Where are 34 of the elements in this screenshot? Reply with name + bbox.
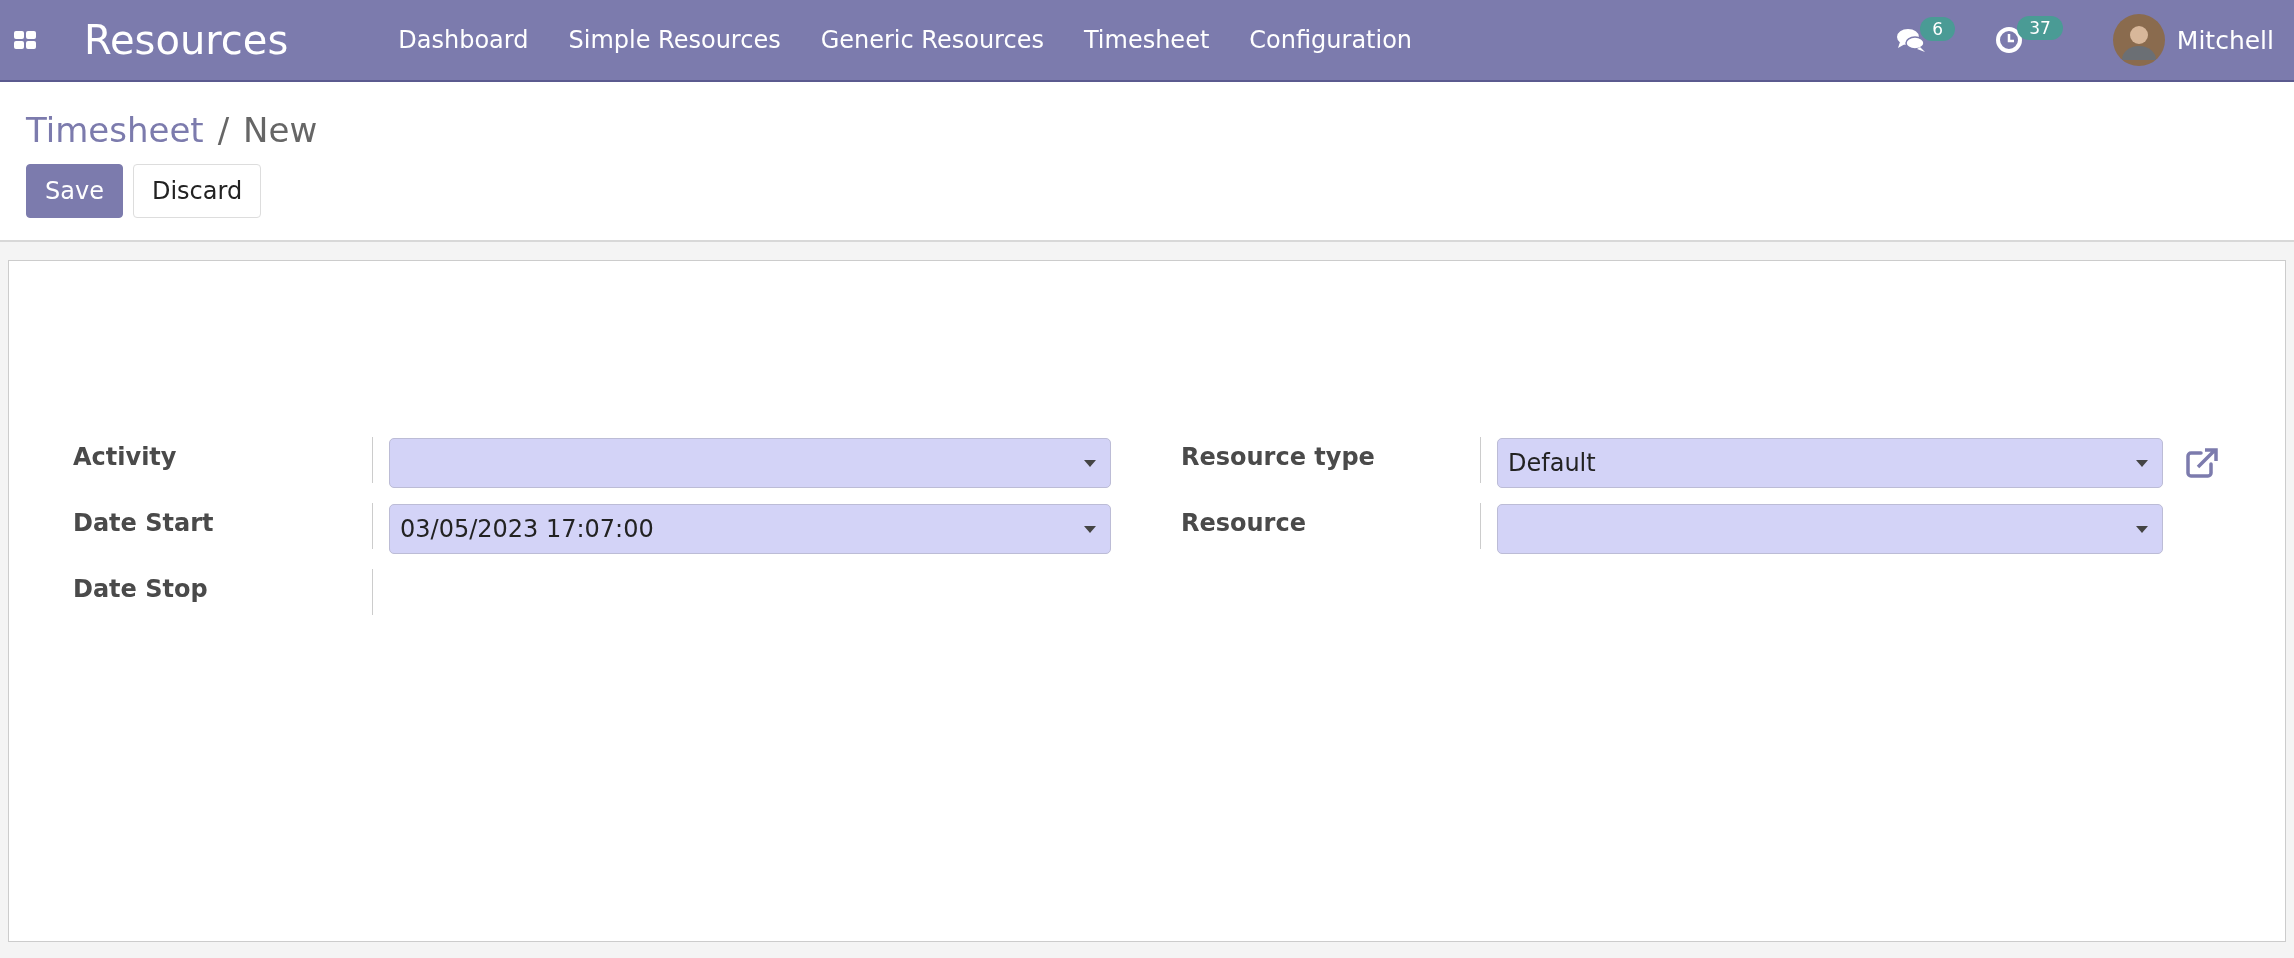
chat-bubbles-icon[interactable] (1896, 27, 1927, 53)
caret-icon (1084, 459, 1096, 467)
apps-menu-icon[interactable] (14, 31, 36, 49)
field-value: Default (1508, 449, 1596, 477)
breadcrumb-current: New (243, 110, 318, 150)
field-label: Activity (73, 437, 373, 483)
select-field[interactable] (1497, 504, 2163, 554)
field-label: Date Start (73, 503, 373, 549)
user-avatar[interactable] (2112, 14, 2165, 66)
message-count-badge: 6 (1920, 17, 1956, 41)
select-field[interactable]: Default (1497, 438, 2163, 488)
field-label: Resource (1181, 503, 1481, 549)
caret-icon (2136, 459, 2148, 467)
select-field[interactable]: 03/05/2023 17:07:00 (389, 504, 1111, 554)
activity-count-badge: 37 (2017, 16, 2063, 40)
discard-button[interactable]: Discard (132, 164, 262, 218)
save-button[interactable]: Save (26, 164, 123, 218)
menu-item[interactable]: Timesheet (1083, 26, 1210, 54)
app-title: Resources (84, 17, 289, 63)
field-value: 03/05/2023 17:07:00 (400, 515, 654, 543)
external-link-icon[interactable] (2185, 447, 2219, 479)
select-field[interactable] (389, 438, 1111, 488)
field-label: Resource type (1181, 437, 1481, 483)
menu-item[interactable]: Generic Resources (820, 26, 1044, 54)
menu-item[interactable]: Dashboard (398, 26, 529, 54)
clock-icon[interactable] (1995, 26, 2024, 54)
menu-item[interactable]: Simple Resources (568, 26, 781, 54)
field-label: Date Stop (73, 569, 373, 615)
caret-icon (2136, 525, 2148, 533)
user-name[interactable]: Mitchell (2176, 25, 2274, 55)
breadcrumb-link[interactable]: Timesheet (26, 110, 204, 150)
breadcrumb-separator: / (217, 110, 230, 150)
caret-icon (1084, 525, 1096, 533)
menu-item[interactable]: Configuration (1249, 26, 1413, 54)
